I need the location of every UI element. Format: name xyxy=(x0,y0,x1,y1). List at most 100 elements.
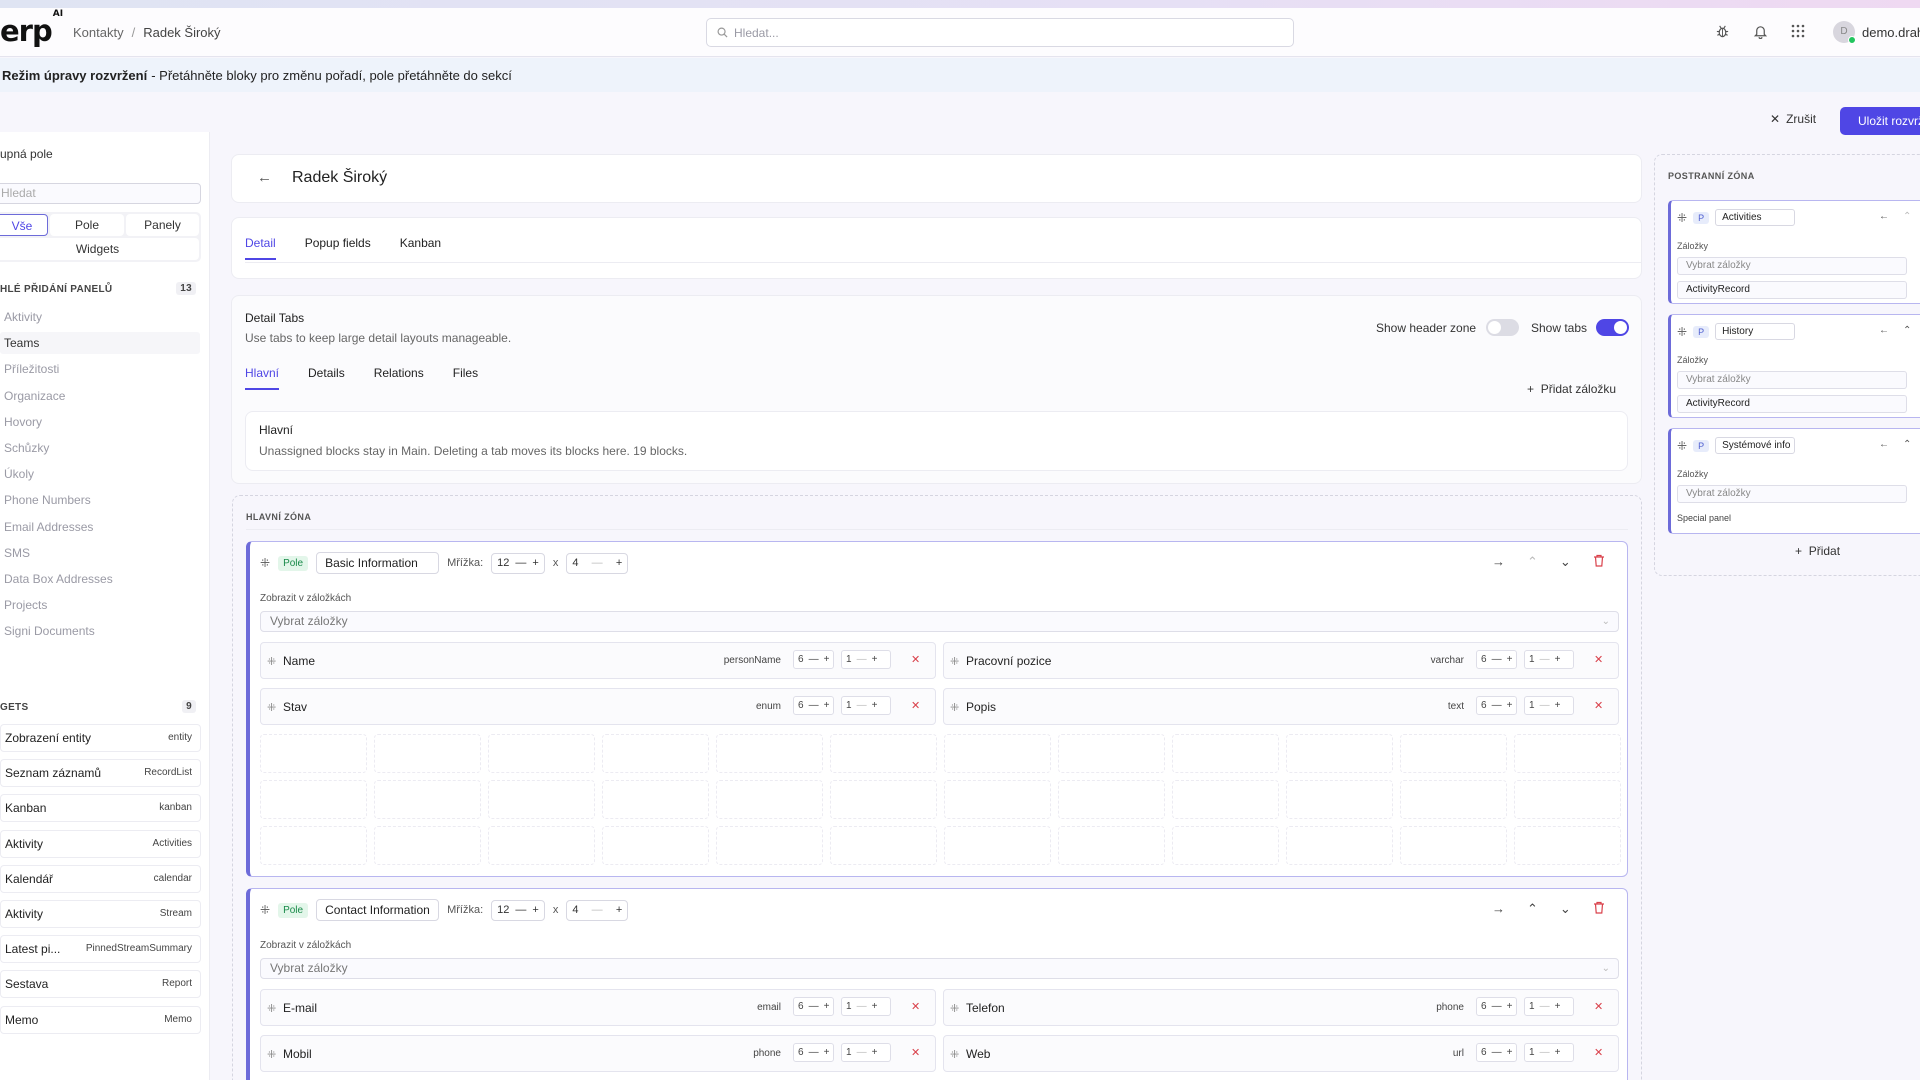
panel-list-item[interactable]: Email Addresses xyxy=(0,516,200,538)
field-height-stepper[interactable]: 1 — + xyxy=(841,997,891,1016)
app-logo[interactable]: erpAI xyxy=(0,9,63,48)
filter-panels[interactable]: Panely xyxy=(126,214,199,236)
move-up-icon[interactable]: ⌃ xyxy=(1903,211,1911,222)
save-layout-button[interactable]: Uložit rozvržení xyxy=(1840,107,1920,135)
plus-icon[interactable]: + xyxy=(532,904,538,916)
field-height-stepper[interactable]: 1 — + xyxy=(841,696,891,715)
panel-list-item[interactable]: Hovory xyxy=(0,411,200,433)
remove-field-icon[interactable]: ✕ xyxy=(1594,1000,1603,1013)
tab-details[interactable]: Details xyxy=(308,366,345,390)
minus-icon[interactable]: — xyxy=(809,1047,819,1058)
bug-icon[interactable] xyxy=(1713,24,1731,42)
back-arrow-icon[interactable]: ← xyxy=(257,169,272,186)
remove-field-icon[interactable]: ✕ xyxy=(911,653,920,666)
minus-icon[interactable]: — xyxy=(1492,1047,1502,1058)
plus-icon[interactable]: + xyxy=(616,557,622,569)
plus-icon[interactable]: + xyxy=(872,654,878,665)
side-block[interactable]: ⁜ P Systémové info ← ⌃ Záložky Vybrat záložky S… xyxy=(1668,428,1920,534)
plus-icon[interactable]: + xyxy=(824,700,830,711)
widget-list-item[interactable]: Seznam záznamů RecordList xyxy=(0,759,201,788)
field-chip[interactable]: ⁜ Popis text 6 — +1 — + ✕ xyxy=(943,688,1619,725)
side-block[interactable]: ⁜ P History ← ⌃ Záložky Vybrat záložky Activity… xyxy=(1668,314,1920,418)
tab-popup-fields[interactable]: Popup fields xyxy=(305,236,371,260)
move-down-icon[interactable]: ⌄ xyxy=(1560,901,1571,917)
field-chip[interactable]: ⁜ Web url 6 — +1 — + ✕ xyxy=(943,1035,1619,1072)
side-block-name-input[interactable]: Activities xyxy=(1715,209,1796,226)
panel-list-item[interactable]: Phone Numbers xyxy=(0,489,200,511)
minus-icon[interactable]: — xyxy=(1540,1047,1550,1058)
panel-list-item[interactable]: Signi Documents xyxy=(0,620,200,642)
move-up-icon[interactable]: ⌃ xyxy=(1527,901,1538,917)
minus-icon[interactable]: — xyxy=(592,557,603,569)
drag-handle-icon[interactable]: ⁜ xyxy=(1677,439,1687,453)
field-width-stepper[interactable]: 6 — + xyxy=(1476,650,1518,669)
plus-icon[interactable]: + xyxy=(872,700,878,711)
panel-list-item[interactable]: Úkoly xyxy=(0,463,200,485)
plus-icon[interactable]: + xyxy=(872,1001,878,1012)
plus-icon[interactable]: + xyxy=(824,1001,830,1012)
tabs-select[interactable]: Vybrat záložky ⌄ xyxy=(260,958,1619,979)
field-width-stepper[interactable]: 6 — + xyxy=(793,997,835,1016)
remove-field-icon[interactable]: ✕ xyxy=(911,1000,920,1013)
widget-list-item[interactable]: Aktivity Stream xyxy=(0,900,201,928)
grid-cols-stepper[interactable]: 12 — + xyxy=(491,899,545,921)
drag-handle-icon[interactable]: ⁜ xyxy=(950,1002,959,1015)
drag-handle-icon[interactable]: ⁜ xyxy=(267,1048,276,1061)
side-add-button[interactable]: + Přidat xyxy=(1795,544,1840,558)
filter-widgets[interactable]: Widgets xyxy=(0,238,199,260)
block-name-input[interactable]: Basic Information xyxy=(316,552,440,574)
move-right-icon[interactable]: → xyxy=(1492,554,1505,570)
side-block[interactable]: ⁜ P Activities ← ⌃ Záložky Vybrat záložky Activ… xyxy=(1668,200,1920,304)
drag-handle-icon[interactable]: ⁜ xyxy=(260,903,270,917)
move-left-icon[interactable]: ← xyxy=(1879,439,1889,450)
remove-field-icon[interactable]: ✕ xyxy=(1594,653,1603,666)
minus-icon[interactable]: — xyxy=(857,1001,867,1012)
drag-handle-icon[interactable]: ⁜ xyxy=(267,701,276,714)
tab-kanban[interactable]: Kanban xyxy=(400,236,441,260)
plus-icon[interactable]: + xyxy=(532,557,538,569)
remove-field-icon[interactable]: ✕ xyxy=(911,699,920,712)
minus-icon[interactable]: — xyxy=(1492,700,1502,711)
trash-icon[interactable] xyxy=(1593,554,1605,570)
avatar[interactable]: D xyxy=(1833,21,1856,44)
plus-icon[interactable]: + xyxy=(824,1047,830,1058)
side-panel-value[interactable]: ActivityRecord xyxy=(1677,395,1907,413)
remove-field-icon[interactable]: ✕ xyxy=(1594,699,1603,712)
plus-icon[interactable]: + xyxy=(1555,654,1561,665)
tab-relations[interactable]: Relations xyxy=(374,366,424,390)
breadcrumb-contacts[interactable]: Kontakty xyxy=(73,25,124,40)
field-width-stepper[interactable]: 6 — + xyxy=(793,1043,835,1062)
plus-icon[interactable]: + xyxy=(1555,700,1561,711)
minus-icon[interactable]: — xyxy=(809,654,819,665)
field-width-stepper[interactable]: 6 — + xyxy=(1476,1043,1518,1062)
drag-handle-icon[interactable]: ⁜ xyxy=(267,655,276,668)
remove-field-icon[interactable]: ✕ xyxy=(911,1046,920,1059)
bell-icon[interactable] xyxy=(1751,24,1769,42)
minus-icon[interactable]: — xyxy=(515,904,526,916)
drag-handle-icon[interactable]: ⁜ xyxy=(1677,325,1687,339)
minus-icon[interactable]: — xyxy=(857,700,867,711)
remove-field-icon[interactable]: ✕ xyxy=(1594,1046,1603,1059)
panel-list-item[interactable]: SMS xyxy=(0,542,200,564)
plus-icon[interactable]: + xyxy=(616,904,622,916)
widget-list-item[interactable]: Zobrazení entity entity xyxy=(0,724,201,752)
side-tabs-select[interactable]: Vybrat záložky xyxy=(1677,257,1907,275)
field-height-stepper[interactable]: 1 — + xyxy=(841,1043,891,1062)
plus-icon[interactable]: + xyxy=(1507,1001,1513,1012)
move-left-icon[interactable]: ← xyxy=(1879,211,1889,222)
field-chip[interactable]: ⁜ Mobil phone 6 — +1 — + ✕ xyxy=(260,1035,936,1072)
tab-hlavni[interactable]: Hlavní xyxy=(245,366,280,390)
move-up-icon[interactable]: ⌃ xyxy=(1903,325,1911,336)
minus-icon[interactable]: — xyxy=(857,654,867,665)
grid-cols-stepper[interactable]: 12 — + xyxy=(491,552,545,574)
layout-block[interactable]: ⁜ Pole Contact Information Mřížka: 12 — + x 4 — + →… xyxy=(246,888,1628,1080)
add-tab-button[interactable]: + Přidat záložku xyxy=(1527,382,1616,396)
field-height-stepper[interactable]: 1 — + xyxy=(1524,1043,1574,1062)
drag-handle-icon[interactable]: ⁜ xyxy=(950,1048,959,1061)
minus-icon[interactable]: — xyxy=(1540,654,1550,665)
widget-list-item[interactable]: Kalendář calendar xyxy=(0,864,201,893)
field-height-stepper[interactable]: 1 — + xyxy=(1524,997,1574,1016)
plus-icon[interactable]: + xyxy=(1507,700,1513,711)
field-chip[interactable]: ⁜ Telefon phone 6 — +1 — + ✕ xyxy=(943,989,1619,1026)
plus-icon[interactable]: + xyxy=(1507,654,1513,665)
